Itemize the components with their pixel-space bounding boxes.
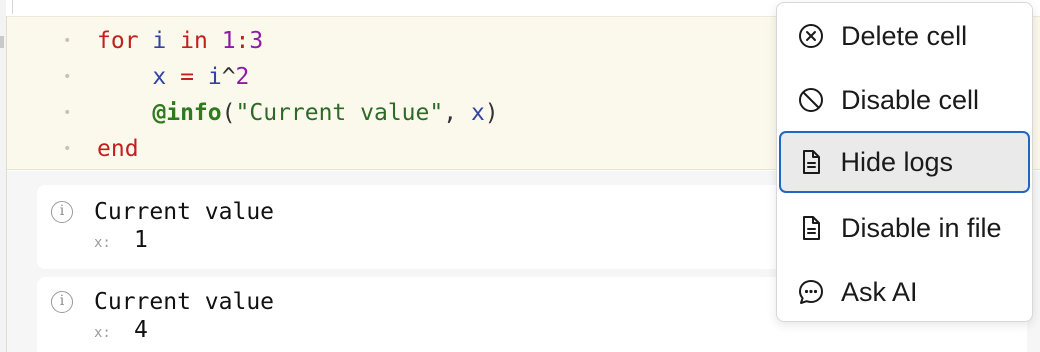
keyword-end: end [97, 136, 139, 162]
cell-context-menu: Delete cell Disable cell Hide logs Disab… [776, 2, 1033, 322]
code-line-2: • x = i^2 [7, 59, 249, 95]
code-line-4: • end [7, 131, 139, 167]
close-paren: ) [484, 100, 499, 126]
circle-x-icon [799, 24, 823, 48]
cell-drag-handle[interactable] [0, 36, 4, 48]
variable-x: x [152, 64, 167, 90]
info-icon: i [51, 201, 73, 223]
variable-i: i [207, 64, 222, 90]
range-start: 1 [221, 28, 236, 54]
menu-item-disable-in-file[interactable]: Disable in file [779, 197, 1030, 259]
log-value: 4 [134, 317, 148, 343]
log-message: Current value [94, 289, 275, 315]
info-macro: @info [152, 100, 222, 126]
assign-operator: = [180, 64, 194, 90]
document-lines-icon [803, 216, 820, 240]
power-operator: ^ [221, 64, 236, 90]
log-value: 1 [134, 227, 148, 253]
code-line-3: • @info("Current value", x) [7, 95, 499, 131]
range-end: 3 [249, 28, 264, 54]
exponent: 2 [235, 64, 250, 90]
menu-item-label: Disable in file [841, 213, 1002, 243]
line-marker: • [63, 105, 72, 121]
menu-item-ask-ai[interactable]: Ask AI [779, 261, 1030, 323]
menu-item-label: Ask AI [841, 277, 918, 307]
range-colon: : [235, 28, 250, 54]
menu-item-hide-logs[interactable]: Hide logs [779, 131, 1030, 193]
menu-item-disable-cell[interactable]: Disable cell [779, 69, 1030, 131]
line-marker: • [63, 141, 72, 157]
line-marker: • [63, 33, 72, 49]
log-message: Current value [94, 199, 275, 225]
line-marker: • [63, 69, 72, 85]
info-icon: i [51, 291, 73, 313]
log-key: x: [94, 235, 111, 251]
menu-item-delete-cell[interactable]: Delete cell [779, 5, 1030, 67]
circle-slash-icon [799, 88, 823, 112]
keyword-for: for [97, 28, 139, 54]
variable-i: i [152, 28, 167, 54]
keyword-in: in [180, 28, 208, 54]
document-lines-icon [802, 149, 820, 174]
menu-item-label: Delete cell [841, 21, 968, 51]
cell-separator [12, 0, 13, 14]
chat-bubble-icon [799, 280, 823, 304]
menu-item-label: Hide logs [840, 146, 954, 177]
open-paren: ( [221, 100, 236, 126]
log-key: x: [94, 325, 111, 341]
string-literal: "Current value" [235, 100, 444, 126]
code-line-1: • for i in 1:3 [7, 23, 263, 59]
comma: , [443, 100, 458, 126]
menu-item-label: Disable cell [841, 85, 980, 115]
variable-x: x [470, 100, 485, 126]
